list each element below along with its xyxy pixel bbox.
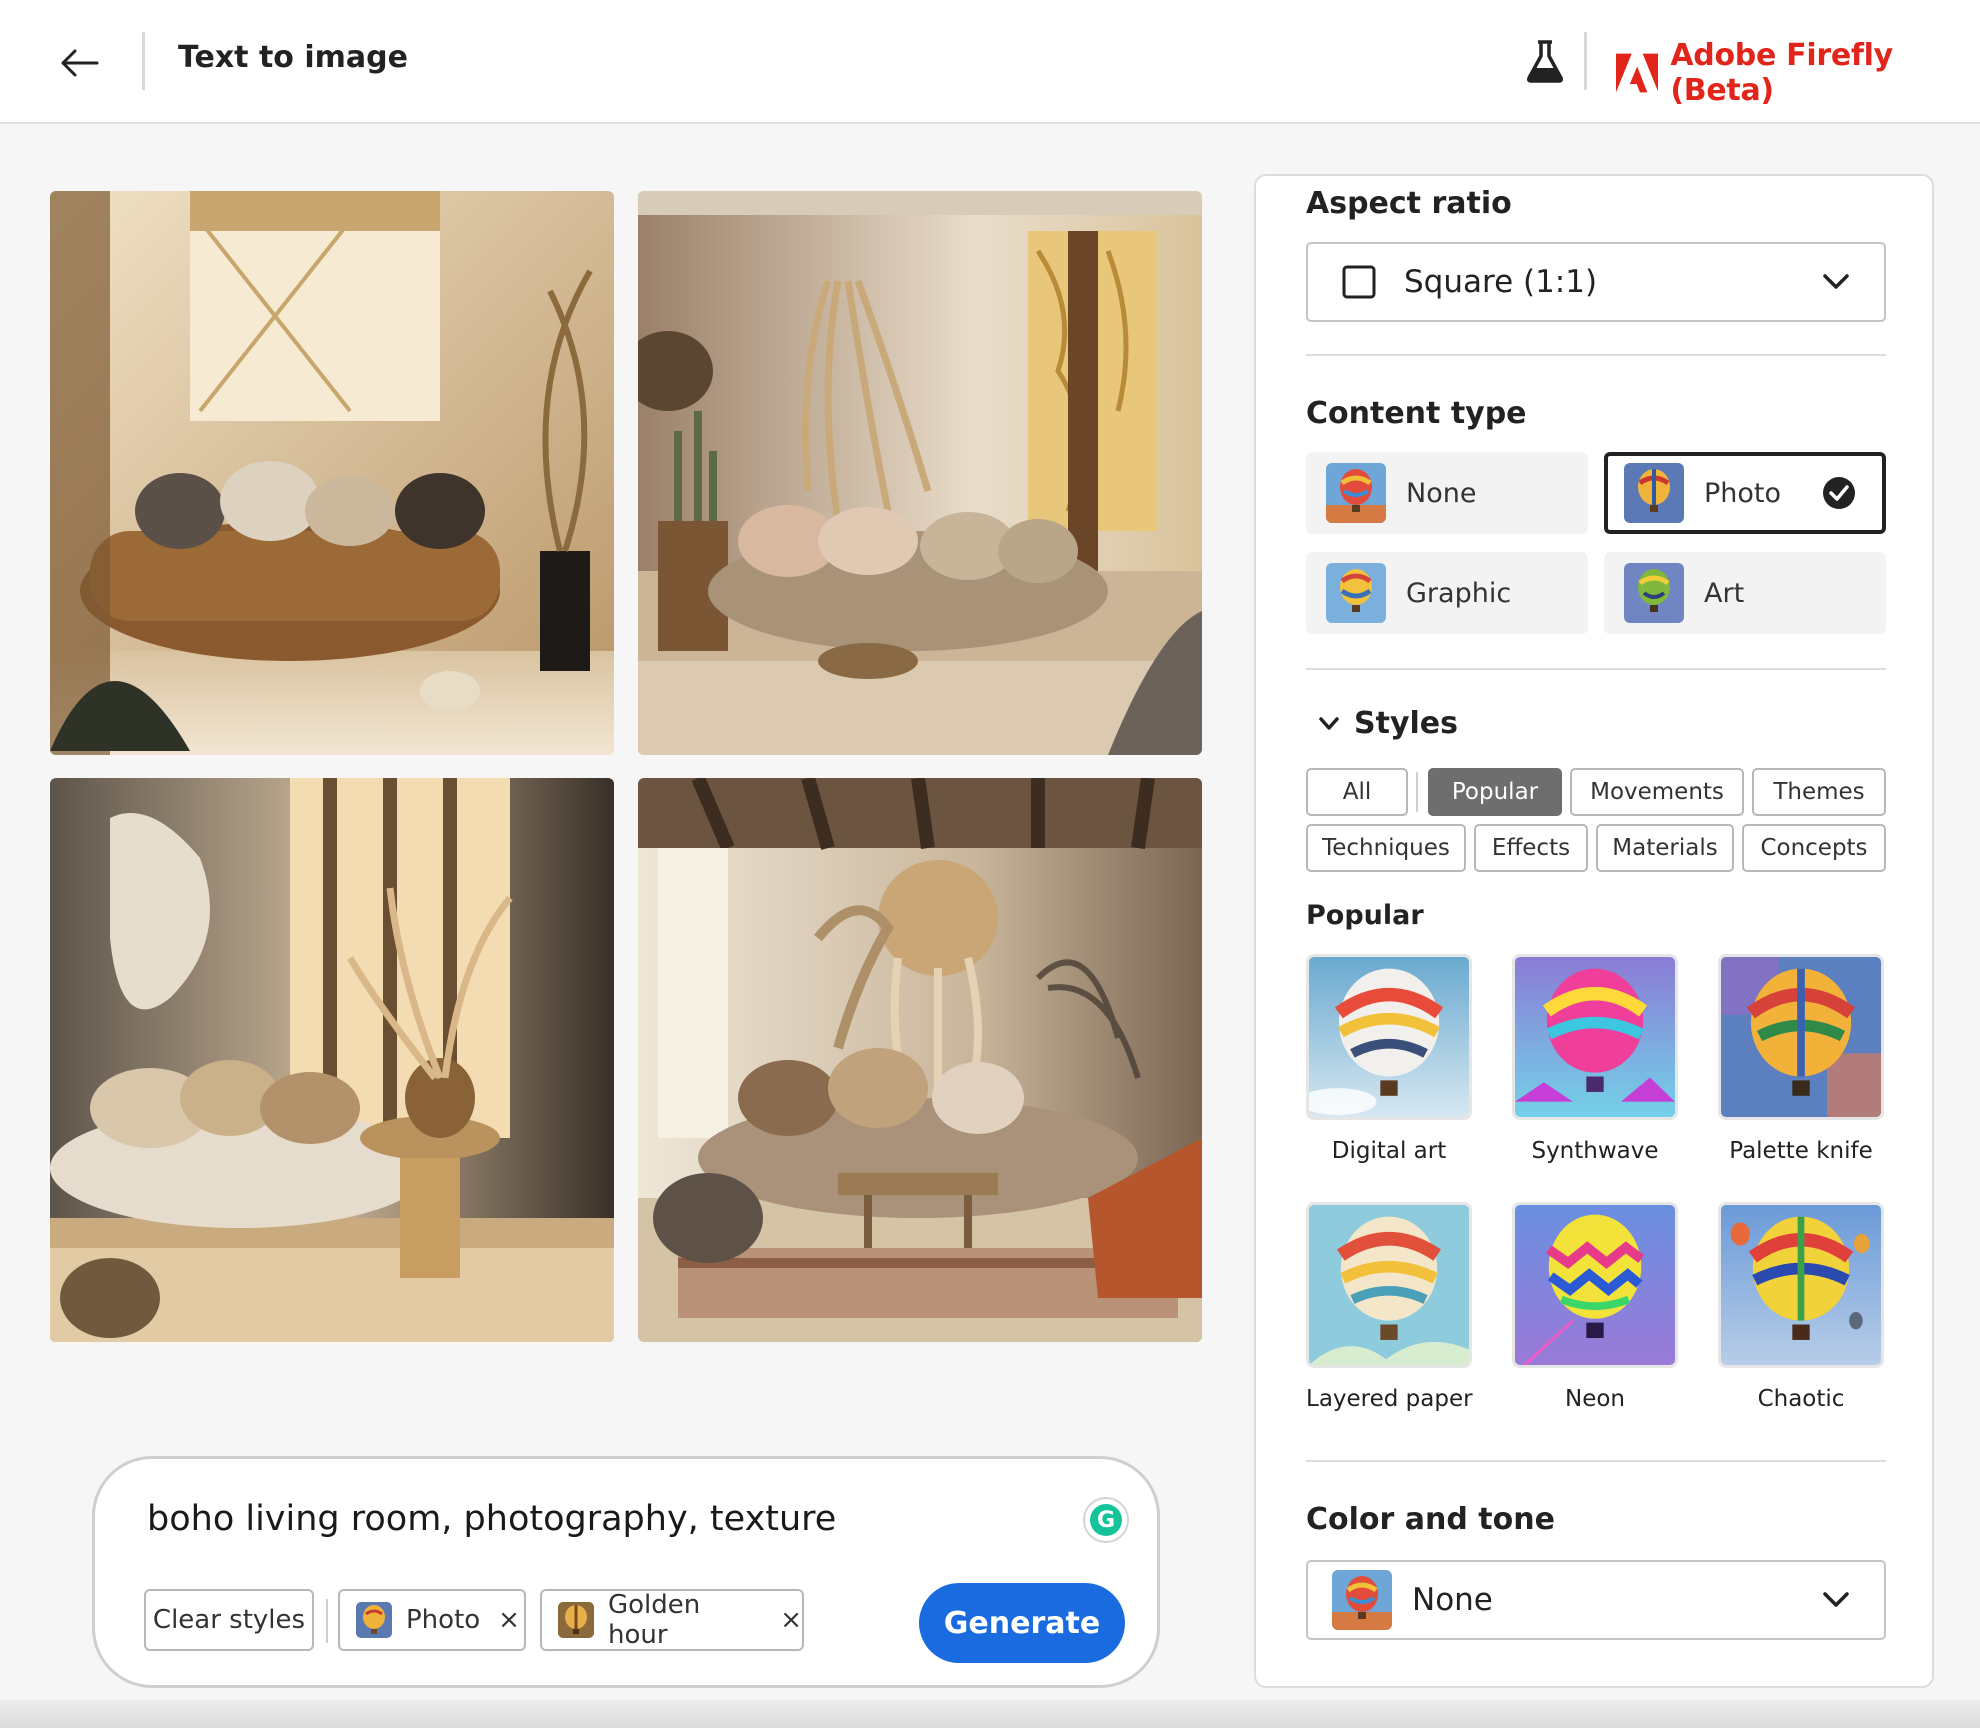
style-label: Chaotic (1757, 1386, 1845, 1412)
boho-room-image (638, 191, 1202, 755)
style-label: Layered paper (1306, 1386, 1473, 1412)
balloon-thumbnail-icon (1515, 1205, 1675, 1365)
content-type-art[interactable]: Art (1604, 552, 1886, 634)
style-label: Palette knife (1729, 1138, 1873, 1164)
beaker-icon[interactable] (1524, 38, 1566, 84)
balloon-thumbnail-icon (1326, 463, 1386, 523)
style-label: Synthwave (1531, 1138, 1659, 1164)
generate-button[interactable]: Generate (919, 1583, 1125, 1663)
arrow-left-icon (61, 49, 99, 77)
generated-image-3[interactable] (50, 778, 614, 1342)
content-type-photo[interactable]: Photo (1604, 452, 1886, 534)
chevron-down-icon (1319, 716, 1339, 730)
balloon-thumbnail-icon (1721, 957, 1881, 1117)
clear-styles-button[interactable]: Clear styles (144, 1589, 314, 1651)
brand[interactable]: Adobe Firefly (Beta) (1616, 38, 1980, 108)
balloon-thumbnail-icon (1515, 957, 1675, 1117)
style-chip-golden-hour[interactable]: Golden hour × (540, 1589, 804, 1651)
filter-divider (1416, 772, 1418, 812)
style-palette-knife[interactable]: Palette knife (1718, 954, 1884, 1164)
divider (1306, 354, 1886, 356)
popular-section-title: Popular (1306, 900, 1424, 931)
style-chip-photo[interactable]: Photo × (338, 1589, 526, 1651)
adobe-logo-icon (1616, 53, 1659, 93)
content-type-none[interactable]: None (1306, 452, 1588, 534)
filter-themes[interactable]: Themes (1752, 768, 1886, 816)
balloon-thumbnail-icon (1309, 957, 1469, 1117)
filter-materials[interactable]: Materials (1596, 824, 1734, 872)
style-thumbnail (1512, 1202, 1678, 1368)
filter-effects[interactable]: Effects (1474, 824, 1588, 872)
balloon-thumbnail-icon (1326, 563, 1386, 623)
header-divider (1584, 32, 1587, 90)
color-tone-title: Color and tone (1306, 1502, 1555, 1537)
content-type-graphic[interactable]: Graphic (1306, 552, 1588, 634)
app-header: Text to image Adobe Firefly (Beta) (0, 0, 1980, 124)
remove-chip-golden-hour-icon[interactable]: × (780, 1605, 802, 1635)
page-title: Text to image (178, 40, 408, 75)
aspect-ratio-title: Aspect ratio (1306, 186, 1512, 221)
boho-room-image (50, 191, 614, 755)
checkmark-circle-icon (1823, 477, 1855, 509)
content-type-label: Graphic (1406, 577, 1512, 609)
content-type-label: None (1406, 477, 1477, 509)
boho-room-image (50, 778, 614, 1342)
grammarly-icon: G (1090, 1504, 1122, 1536)
style-chaotic[interactable]: Chaotic (1718, 1202, 1884, 1412)
balloon-thumbnail-icon (558, 1602, 594, 1638)
settings-panel: Aspect ratio Square (1:1) Content type N… (1254, 174, 1934, 1688)
prompt-input[interactable] (147, 1499, 1007, 1539)
aspect-ratio-value: Square (1:1) (1404, 264, 1598, 300)
styles-title: Styles (1354, 706, 1458, 741)
style-thumbnail (1718, 954, 1884, 1120)
chip-label: Golden hour (608, 1590, 701, 1650)
remove-chip-photo-icon[interactable]: × (498, 1605, 520, 1635)
header-divider (142, 32, 145, 90)
filter-concepts[interactable]: Concepts (1742, 824, 1886, 872)
filter-movements[interactable]: Movements (1570, 768, 1744, 816)
filter-all[interactable]: All (1306, 768, 1408, 816)
back-button[interactable] (52, 36, 106, 90)
grammarly-button[interactable]: G (1083, 1497, 1129, 1543)
style-digital-art[interactable]: Digital art (1306, 954, 1472, 1164)
divider (1306, 668, 1886, 670)
content-type-label: Art (1704, 577, 1745, 609)
aspect-ratio-select[interactable]: Square (1:1) (1306, 242, 1886, 322)
content-type-title: Content type (1306, 396, 1527, 431)
style-thumbnail (1306, 954, 1472, 1120)
filter-popular[interactable]: Popular (1428, 768, 1562, 816)
balloon-thumbnail-icon (356, 1602, 392, 1638)
square-icon (1342, 265, 1376, 299)
style-neon[interactable]: Neon (1512, 1202, 1678, 1412)
chevron-down-icon (1823, 274, 1849, 289)
style-layered-paper[interactable]: Layered paper (1306, 1202, 1473, 1412)
brand-name: Adobe Firefly (Beta) (1670, 38, 1893, 108)
divider (1306, 1460, 1886, 1462)
style-synthwave[interactable]: Synthwave (1512, 954, 1678, 1164)
color-tone-select[interactable]: None (1306, 1560, 1886, 1640)
content-type-label: Photo (1704, 477, 1782, 509)
style-thumbnail (1306, 1202, 1472, 1368)
window-bottom-edge (0, 1700, 1980, 1728)
balloon-thumbnail-icon (1721, 1205, 1881, 1365)
generated-image-4[interactable] (638, 778, 1202, 1342)
style-thumbnail (1512, 954, 1678, 1120)
style-thumbnail (1718, 1202, 1884, 1368)
prompt-bar: G Clear styles Photo × Golden hour × G (92, 1456, 1160, 1688)
generated-image-2[interactable] (638, 191, 1202, 755)
generated-image-1[interactable] (50, 191, 614, 755)
boho-room-image (638, 778, 1202, 1342)
style-label: Digital art (1331, 1138, 1447, 1164)
balloon-thumbnail-icon (1332, 1570, 1392, 1630)
styles-toggle[interactable]: Styles (1318, 706, 1458, 741)
color-tone-value: None (1412, 1582, 1493, 1618)
style-label: Neon (1564, 1386, 1625, 1412)
chip-label: Photo (406, 1605, 481, 1635)
balloon-thumbnail-icon (1309, 1205, 1469, 1365)
chip-divider (326, 1599, 328, 1643)
balloon-thumbnail-icon (1624, 563, 1684, 623)
balloon-thumbnail-icon (1624, 463, 1684, 523)
filter-techniques[interactable]: Techniques (1306, 824, 1466, 872)
chevron-down-icon (1823, 1592, 1849, 1607)
